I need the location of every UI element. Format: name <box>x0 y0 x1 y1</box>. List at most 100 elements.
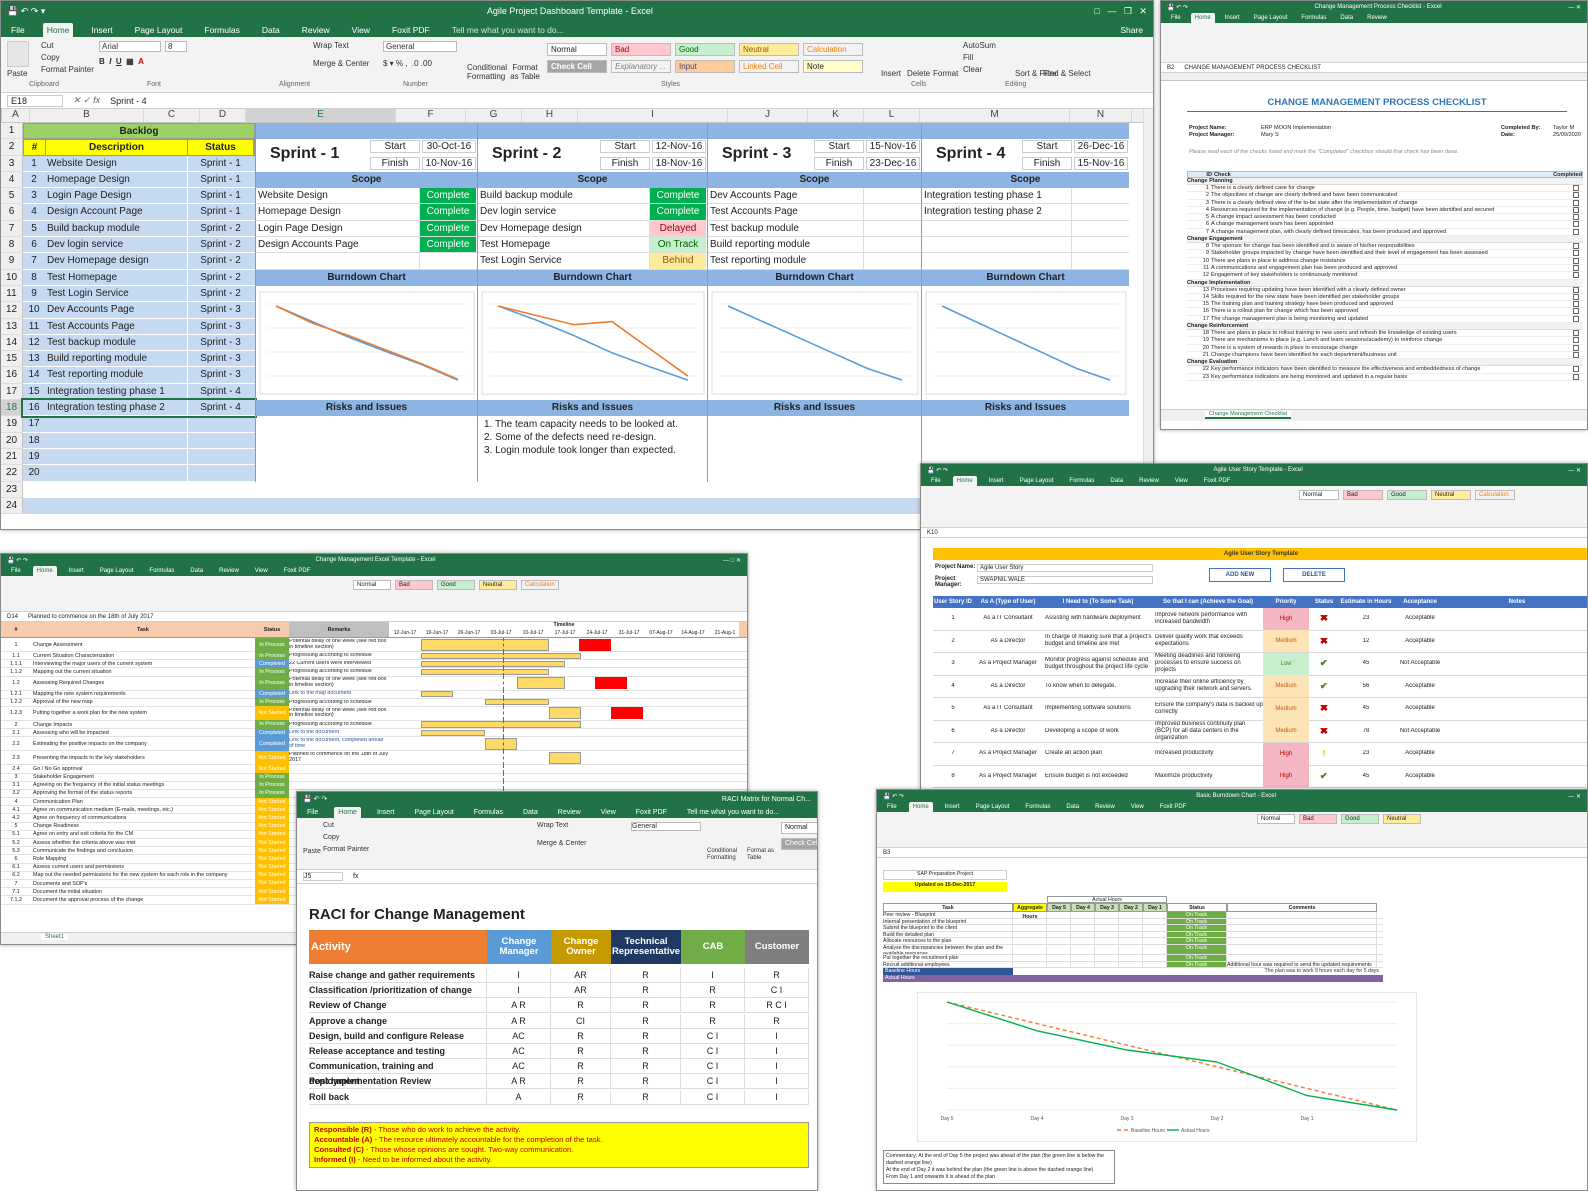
cut-button[interactable]: Cut <box>41 41 53 50</box>
completed-checkbox[interactable] <box>1573 293 1579 300</box>
sheet-tab[interactable]: Change Management Checklist <box>1205 411 1292 419</box>
style-bad[interactable]: Bad <box>611 43 671 56</box>
story-row[interactable]: 6 As a Director Developing a scope of work… <box>933 720 1587 743</box>
backlog-row[interactable]: 20 <box>23 465 255 482</box>
row-number[interactable]: 2 <box>1 139 23 156</box>
name-box[interactable]: E18 <box>7 94 63 107</box>
scope-row[interactable]: Homepage Design Complete <box>256 204 477 221</box>
tab-foxit[interactable]: Foxit PDF <box>280 566 315 576</box>
raci-row[interactable]: Release acceptance and testing AC R R C II <box>309 1044 809 1059</box>
tab-formulas[interactable]: Formulas <box>1021 802 1054 812</box>
raci-row[interactable]: Approve a change A R CI R R R <box>309 1013 809 1029</box>
completed-checkbox[interactable] <box>1573 192 1579 199</box>
scope-row[interactable]: Build reporting module <box>708 237 921 254</box>
raci-row[interactable]: Roll back A R R C II <box>309 1089 809 1105</box>
raci-row[interactable]: Classification /prioritization of change… <box>309 983 809 999</box>
backlog-row[interactable]: 19 <box>23 448 255 466</box>
backlog-row[interactable]: 9 Test Login Service Sprint - 2 <box>23 285 255 303</box>
style-note[interactable]: Note <box>803 60 863 73</box>
bd-row[interactable]: Recruit additional employees On Track Addi… <box>883 961 1383 969</box>
tell-me-box[interactable]: Tell me what you want to do... <box>448 23 568 37</box>
raci-row[interactable]: Review of Change A RRRRR C I <box>309 998 809 1014</box>
tab-page-layout[interactable]: Page Layout <box>972 802 1014 812</box>
bold-italic-underline[interactable]: B I U ▦ A <box>99 57 144 66</box>
row-number[interactable]: 12 <box>1 302 23 319</box>
style-neutral[interactable]: Neutral <box>479 580 517 590</box>
completed-checkbox[interactable] <box>1573 185 1579 191</box>
scope-row[interactable] <box>256 253 477 270</box>
tab-formulas[interactable]: Formulas <box>200 23 243 37</box>
completed-checkbox[interactable] <box>1573 243 1579 250</box>
scope-row[interactable]: Login Page Design Complete <box>256 220 477 238</box>
backlog-row[interactable]: 5 Build backup module Sprint - 2 <box>23 220 255 238</box>
backlog-row[interactable]: 4 Design Account Page Sprint - 1 <box>23 204 255 221</box>
column-header[interactable]: K <box>808 109 864 122</box>
bd-row[interactable]: Allocate resources to the plan On Track <box>883 938 1383 945</box>
scope-row[interactable]: Integration testing phase 2 <box>922 204 1129 221</box>
column-header[interactable]: F <box>396 109 466 122</box>
completed-checkbox[interactable] <box>1573 308 1579 315</box>
add-new-button[interactable]: ADD NEW <box>1209 568 1271 582</box>
scope-row[interactable]: Design Accounts Page Complete <box>256 237 477 254</box>
formula-input[interactable]: CHANGE MANAGEMENT PROCESS CHECKLIST <box>1184 65 1321 71</box>
merge-center-button[interactable]: Merge & Center <box>537 840 586 847</box>
backlog-row[interactable]: 3 Login Page Design Sprint - 1 <box>23 188 255 205</box>
tab-insert[interactable]: Insert <box>1221 13 1244 23</box>
tab-foxit[interactable]: Foxit PDF <box>1156 802 1191 812</box>
tab-insert[interactable]: Insert <box>373 807 399 818</box>
tab-file[interactable]: File <box>883 802 901 812</box>
find-select-button[interactable]: Find & Select <box>1043 69 1091 78</box>
style-bad[interactable]: Bad <box>1299 814 1337 824</box>
style-calculation[interactable]: Calculation <box>521 580 559 590</box>
column-header[interactable]: J <box>728 109 808 122</box>
tab-insert[interactable]: Insert <box>87 23 116 37</box>
quick-access-icons[interactable]: 💾 ↶ ↷ ▾ <box>7 6 45 17</box>
name-box[interactable]: K10 <box>927 530 938 536</box>
delete-cells-button[interactable]: Delete <box>907 69 930 78</box>
format-cells-button[interactable]: Format <box>933 69 958 78</box>
tab-data[interactable]: Data <box>1062 802 1083 812</box>
window-controls[interactable]: □ — ❐ ✕ <box>1094 6 1147 17</box>
completed-checkbox[interactable] <box>1573 344 1579 351</box>
style-linked-cell[interactable]: Linked Cell <box>739 60 799 73</box>
row-number[interactable]: 5 <box>1 188 23 205</box>
backlog-row[interactable]: 11 Test Accounts Page Sprint - 3 <box>23 318 255 335</box>
backlog-row[interactable]: 16 Integration testing phase 2 Sprint - 4 <box>21 398 257 419</box>
tab-data[interactable]: Data <box>186 566 207 576</box>
style-normal[interactable]: Normal <box>353 580 391 590</box>
format-as-table-button[interactable]: Format as Table <box>747 848 777 862</box>
scope-row[interactable]: Website Design Complete <box>256 188 477 205</box>
cm-row[interactable]: 1.2 Assessing Required Changes In Process P… <box>1 676 747 691</box>
completed-checkbox[interactable] <box>1573 199 1579 206</box>
tab-view[interactable]: View <box>348 23 374 37</box>
quick-access-icons[interactable]: 💾 ↶ ↷ <box>927 467 948 474</box>
tab-insert[interactable]: Insert <box>941 802 964 812</box>
row-number[interactable]: 11 <box>1 285 23 303</box>
style-good[interactable]: Good <box>437 580 475 590</box>
style-neutral[interactable]: Neutral <box>739 43 799 56</box>
scope-row[interactable]: Test Login Service Behind <box>478 253 707 270</box>
row-number[interactable]: 3 <box>1 155 23 172</box>
tab-formulas[interactable]: Formulas <box>145 566 178 576</box>
currency-percent-buttons[interactable]: $ ▾ % , .0 .00 <box>383 59 432 68</box>
tab-page-layout[interactable]: Page Layout <box>96 566 138 576</box>
bd-row[interactable]: Internal presentation of the blueprint On… <box>883 918 1383 926</box>
row-number[interactable]: 7 <box>1 220 23 238</box>
style-explanatory[interactable]: Explanatory ... <box>611 60 671 73</box>
column-header[interactable]: M <box>920 109 1070 122</box>
scope-row[interactable]: Test reporting module <box>708 253 921 270</box>
conditional-formatting-button[interactable]: Conditional Formatting <box>467 63 507 81</box>
style-calculation[interactable]: Calculation <box>803 43 863 56</box>
raci-row[interactable]: Design, build and configure Release AC R R C… <box>309 1028 809 1044</box>
fill-button[interactable]: Fill <box>963 53 973 62</box>
completed-checkbox[interactable] <box>1573 221 1579 228</box>
raci-row[interactable]: Communication, training and deployment AC… <box>309 1059 809 1086</box>
column-header[interactable]: N <box>1070 109 1132 122</box>
style-check-cell[interactable]: Check Cell <box>547 60 607 73</box>
bd-row[interactable]: Submit the blueprint to the client On Tra… <box>883 925 1383 932</box>
tab-page-layout[interactable]: Page Layout <box>1016 476 1058 486</box>
style-good[interactable]: Good <box>675 43 735 56</box>
row-number[interactable]: 4 <box>1 171 23 189</box>
completed-checkbox[interactable] <box>1573 286 1579 293</box>
completed-checkbox[interactable] <box>1573 250 1579 257</box>
